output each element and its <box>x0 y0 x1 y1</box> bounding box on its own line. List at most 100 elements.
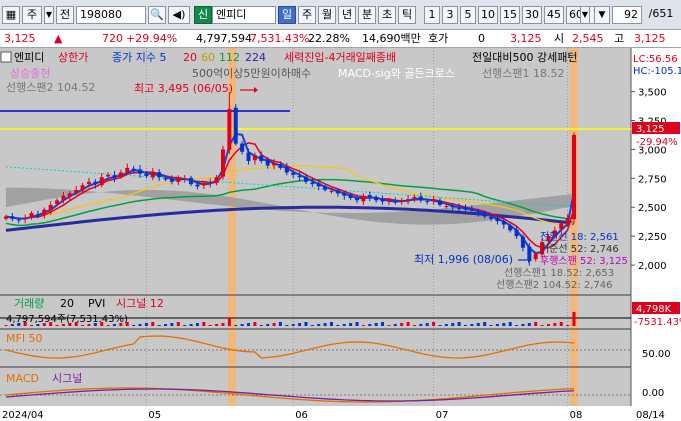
candle-body <box>284 167 289 173</box>
period-button-0[interactable]: 일 <box>278 6 296 24</box>
date-tick-label: 06 <box>295 410 308 421</box>
volume-bar <box>438 325 442 326</box>
volume-bar <box>553 323 557 326</box>
minute-chevron-icon[interactable]: ▼ <box>580 6 590 24</box>
speaker-icon[interactable]: ◀) <box>168 6 190 24</box>
macd-label: MACD <box>6 372 39 385</box>
candle-body <box>291 172 296 175</box>
mfi-label: MFI 50 <box>6 332 43 345</box>
macd-signal-label: 시그널 <box>52 372 82 385</box>
period-button-5[interactable]: 초 <box>378 6 396 24</box>
page-down-icon[interactable]: ▼ <box>594 6 610 24</box>
candle-body <box>501 221 506 225</box>
candle-body <box>476 211 481 214</box>
period-button-2[interactable]: 월 <box>318 6 336 24</box>
macd-tick: 0.00 <box>642 388 664 399</box>
volume-bar <box>412 325 416 326</box>
candle-body <box>169 178 174 182</box>
candle-body <box>10 216 15 219</box>
volume-bar <box>387 325 391 326</box>
search-icon[interactable]: 🔍 <box>148 6 166 24</box>
candle-body <box>367 195 372 197</box>
ichimoku-conversion-label: 전환선 18: 2,561 <box>540 231 619 243</box>
volume-bar <box>61 324 65 326</box>
minute-button-3[interactable]: 10 <box>478 6 498 24</box>
candle-body <box>527 246 532 260</box>
period-button-3[interactable]: 년 <box>338 6 356 24</box>
volume-bar <box>93 323 97 326</box>
candle-body <box>252 155 257 161</box>
volume-bar <box>10 324 14 326</box>
minute-button-6[interactable]: 45 <box>544 6 564 24</box>
legend-pattern5: MACD-sig와 골든크로스 <box>338 67 455 80</box>
page-input[interactable]: 92 <box>612 6 642 24</box>
ichimoku-span1-label: 선행스팬1 18.52: 2,653 <box>504 267 614 279</box>
candle-body <box>559 223 564 230</box>
menu-grid-icon[interactable]: ▦ <box>2 6 20 24</box>
volume-bar <box>317 324 321 326</box>
price-tick-label: 3,500 <box>638 88 667 99</box>
volume-bar <box>215 324 219 326</box>
credit-badge: 신 <box>194 6 212 24</box>
volume-bar <box>106 325 110 326</box>
volume-bar <box>508 322 512 326</box>
candle-body <box>125 167 130 173</box>
candle-body <box>48 204 53 211</box>
current-price: 3,125 <box>4 32 36 45</box>
candle-body <box>61 195 66 201</box>
volume-bar <box>291 324 295 326</box>
minute-button-5[interactable]: 30 <box>522 6 542 24</box>
volume-bar <box>285 325 289 326</box>
candle-body <box>144 173 149 177</box>
volume-bar <box>125 322 129 326</box>
volume-bar <box>534 322 538 326</box>
prev-button[interactable]: 전 <box>56 6 74 24</box>
candle-body <box>355 197 360 201</box>
volume-bar <box>336 325 340 326</box>
mode-chevron-icon[interactable]: ▼ <box>44 6 54 24</box>
candle-body <box>533 253 538 260</box>
candle-body <box>374 197 379 201</box>
stock-name-field[interactable]: 엔피디 <box>212 6 276 24</box>
volume-bar <box>502 323 506 326</box>
candle-body <box>272 163 277 166</box>
minute-button-4[interactable]: 15 <box>500 6 520 24</box>
volume-bar <box>298 323 302 326</box>
mode-button[interactable]: 주 <box>22 6 42 24</box>
legend-box-icon[interactable] <box>0 51 12 63</box>
candle-body <box>572 134 576 220</box>
volume-bar <box>36 324 40 326</box>
minute-button-1[interactable]: 3 <box>442 6 458 24</box>
candle-body <box>106 174 111 177</box>
candle-body <box>444 206 449 208</box>
volume-bar <box>527 323 531 326</box>
volume-bar <box>374 323 378 326</box>
stock-chart[interactable]: 2,0002,2502,5002,7503,0003,2503,500 3,12… <box>0 48 681 421</box>
low-annotation: 최저 1,996 (08/06) <box>414 253 513 266</box>
period-button-6[interactable]: 틱 <box>398 6 416 24</box>
volume-bar <box>253 322 257 326</box>
candle-body <box>157 172 162 178</box>
mfi-tick: 50.00 <box>642 349 671 360</box>
volume-bar <box>119 323 123 326</box>
candle-body <box>457 207 462 209</box>
candle-body <box>514 229 519 237</box>
candle-body <box>393 201 398 203</box>
candle-body <box>86 181 91 185</box>
minute-button-0[interactable]: 1 <box>424 6 440 24</box>
minute-button-2[interactable]: 5 <box>460 6 476 24</box>
legend-pattern2: 전일대비500 강세패턴 <box>472 50 577 64</box>
price-tick-label: 2,250 <box>638 232 667 243</box>
period-button-1[interactable]: 주 <box>298 6 316 24</box>
volume-bar <box>164 324 168 326</box>
period-button-4[interactable]: 분 <box>358 6 376 24</box>
price-tick-label: 2,500 <box>638 203 667 214</box>
price-tick-label: 2,000 <box>638 261 667 272</box>
legend-pattern4: 500억이상5만원이하매수 <box>192 66 311 80</box>
volume-bar <box>240 324 244 326</box>
code-input[interactable]: 198080 <box>76 6 146 24</box>
candle-body <box>361 195 366 202</box>
legend-upper-limit: 상한가 <box>58 51 88 64</box>
date-tick-label: 05 <box>148 410 161 421</box>
volume-bar <box>381 322 385 326</box>
